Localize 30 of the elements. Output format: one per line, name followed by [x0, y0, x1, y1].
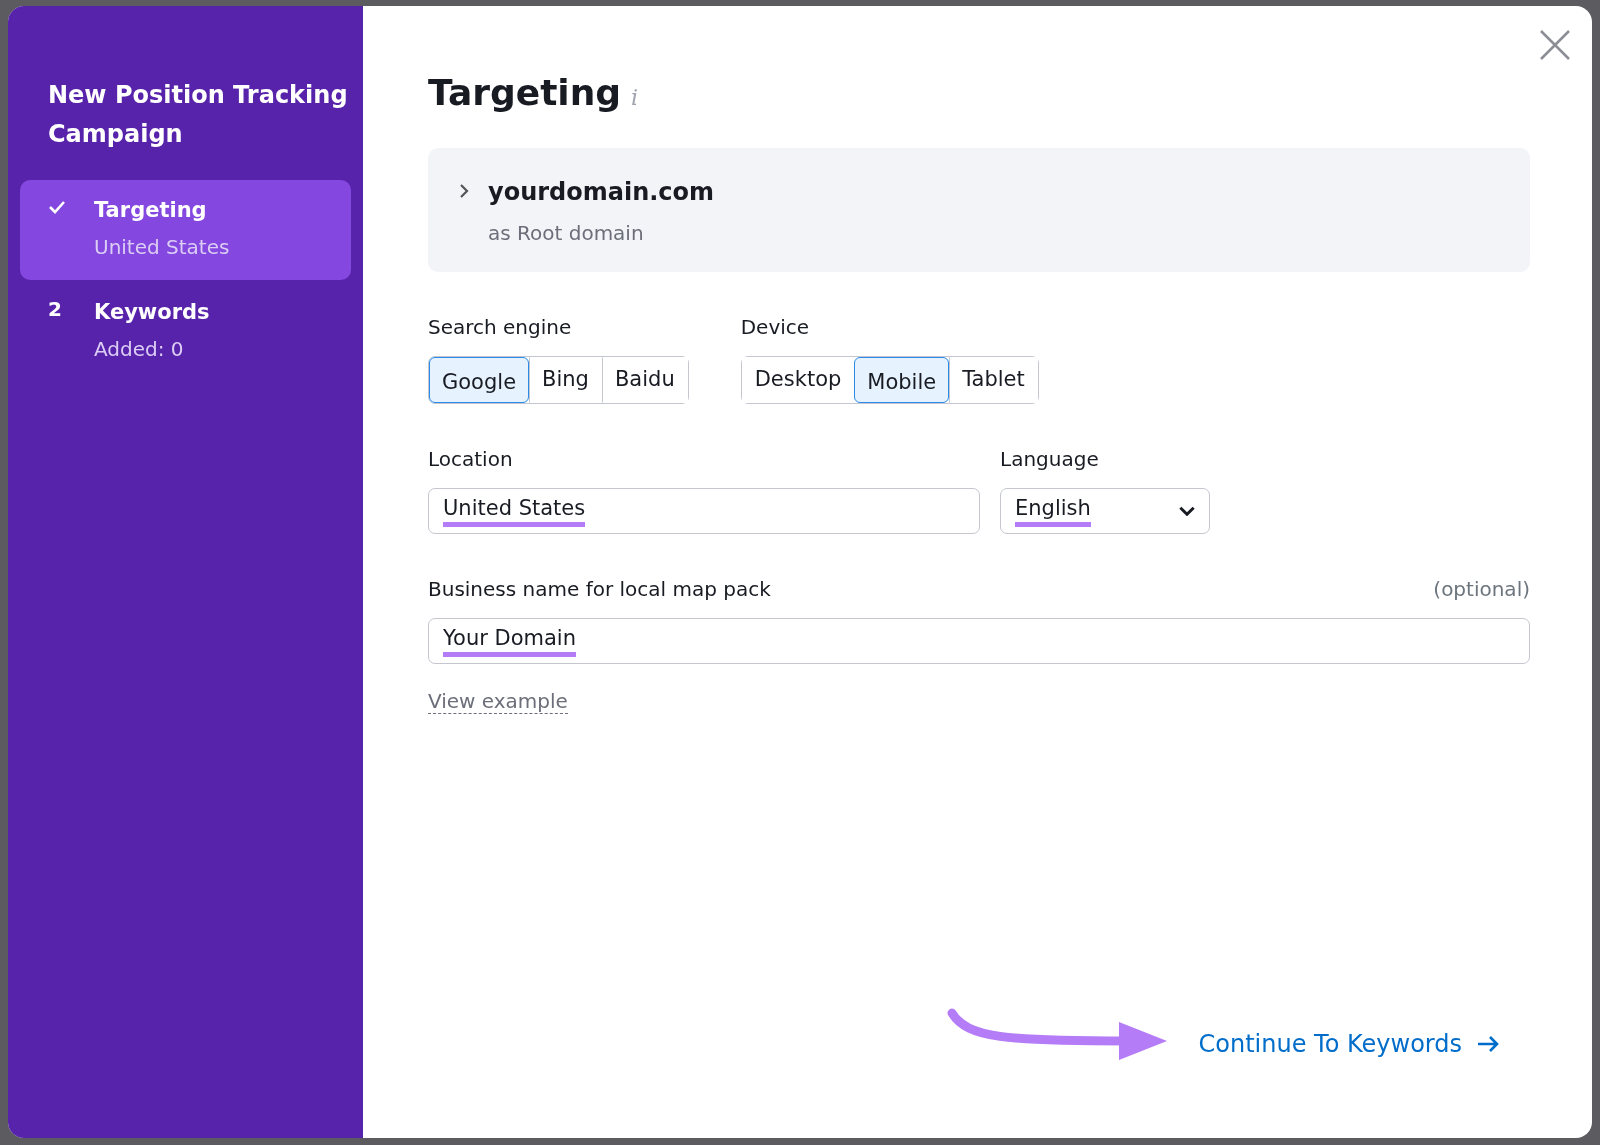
field-label: Location [428, 445, 514, 473]
chevron-down-icon [1179, 505, 1195, 516]
step-detail: United States [94, 234, 230, 261]
wizard-step[interactable]: 2 Keywords Added: 0 [20, 282, 351, 382]
domain-type: as Root domain [488, 220, 645, 247]
business-name-field[interactable]: Your Domain [428, 617, 1530, 664]
sidebar-title: New Position Tracking Campaign [47, 80, 349, 150]
step-number: 2 [48, 296, 63, 323]
field-label: Business name for local map pack [428, 575, 771, 603]
field-label: Device [740, 314, 811, 341]
page-title: Targeting [428, 71, 622, 115]
continue-link[interactable]: Continue To Keywords [1198, 1026, 1500, 1062]
arrow-right-icon [1476, 1035, 1500, 1053]
close-icon[interactable] [1538, 28, 1572, 62]
device-option[interactable]: Mobile [854, 357, 950, 403]
field-label: Search engine [428, 314, 573, 341]
language-dropdown[interactable]: English [1000, 487, 1210, 534]
view-example-link[interactable]: View example [428, 688, 568, 714]
check-icon [48, 200, 66, 214]
field-label: Language [1000, 445, 1100, 473]
step-detail: Added: 0 [94, 336, 185, 363]
location-field[interactable]: United States [428, 487, 980, 534]
engine-option[interactable]: Baidu [601, 357, 688, 403]
wizard-step[interactable]: Targeting United States [20, 180, 351, 280]
domain-name: yourdomain.com [488, 177, 715, 208]
device-option[interactable]: Tablet [949, 357, 1038, 403]
optional-hint: (optional) [1433, 575, 1530, 603]
engine-option[interactable]: Google [429, 357, 530, 403]
step-title: Keywords [94, 299, 210, 326]
step-title: Targeting [94, 197, 208, 224]
